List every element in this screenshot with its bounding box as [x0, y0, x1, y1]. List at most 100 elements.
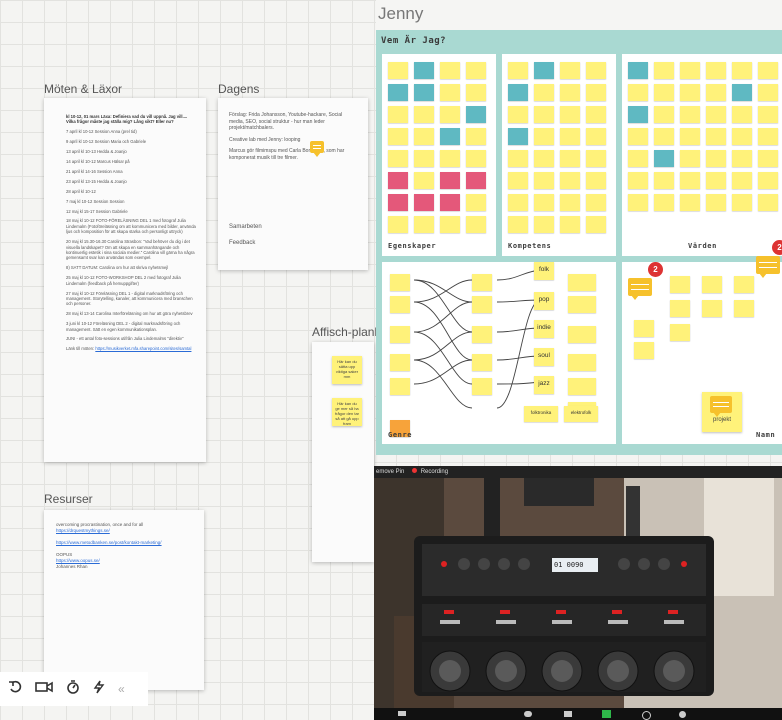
sticky-note[interactable]: [758, 172, 778, 189]
sticky-note[interactable]: [706, 62, 726, 79]
sticky-note[interactable]: [586, 172, 606, 189]
sticky-note[interactable]: [680, 106, 700, 123]
sticky-note[interactable]: [466, 216, 486, 233]
genre-indie[interactable]: indie: [534, 320, 554, 338]
sticky-note[interactable]: [654, 84, 674, 101]
sticky-note[interactable]: [586, 84, 606, 101]
sticky-note[interactable]: [586, 194, 606, 211]
sticky-note[interactable]: [670, 276, 690, 293]
sticky-note[interactable]: [654, 150, 674, 167]
timer-icon[interactable]: [66, 679, 80, 699]
sticky-note[interactable]: [414, 172, 434, 189]
sticky-note[interactable]: [388, 62, 408, 79]
sticky-note[interactable]: [586, 128, 606, 145]
sticky-note[interactable]: [680, 172, 700, 189]
comment-icon[interactable]: [628, 278, 652, 300]
sticky-note[interactable]: [654, 106, 674, 123]
sticky-note[interactable]: [732, 150, 752, 167]
genre-folk[interactable]: folk: [534, 262, 554, 280]
chat-icon[interactable]: [564, 711, 572, 717]
jenny-board[interactable]: Jenny Vem Är Jag? Egenskaper Kompetens V…: [376, 0, 782, 455]
sticky-note[interactable]: [414, 194, 434, 211]
sticky-note[interactable]: [586, 106, 606, 123]
sticky-note[interactable]: [560, 84, 580, 101]
sticky-note[interactable]: [466, 84, 486, 101]
sticky-note[interactable]: [508, 106, 528, 123]
moten-link[interactable]: https://musikverket.mfa.sharepoint.com/s…: [95, 346, 191, 351]
sticky-note[interactable]: [586, 150, 606, 167]
sticky-note[interactable]: [508, 172, 528, 189]
sticky-note[interactable]: [702, 276, 722, 293]
notification-badge[interactable]: 2: [772, 240, 782, 255]
sticky-note[interactable]: [560, 62, 580, 79]
genre-soul[interactable]: soul: [534, 348, 554, 366]
sticky-note[interactable]: [388, 216, 408, 233]
sticky-note[interactable]: [586, 62, 606, 79]
genre-elektrofolk[interactable]: elektrofolk: [564, 406, 598, 422]
sticky-note[interactable]: [680, 62, 700, 79]
sticky-note[interactable]: [670, 300, 690, 317]
video-icon[interactable]: [35, 680, 53, 699]
participants-icon[interactable]: [524, 711, 532, 717]
sticky-note[interactable]: [466, 106, 486, 123]
affisch-note-2[interactable]: Här kan du ge mer så ha frågor den tar s…: [332, 398, 362, 426]
genre-jazz[interactable]: jazz: [534, 376, 554, 394]
sticky-note[interactable]: [706, 194, 726, 211]
sticky-note[interactable]: [654, 128, 674, 145]
sticky-note[interactable]: [732, 62, 752, 79]
sticky-note[interactable]: [758, 150, 778, 167]
sticky-note[interactable]: [734, 300, 754, 317]
sticky-note[interactable]: [628, 128, 648, 145]
sticky-note[interactable]: [388, 150, 408, 167]
sticky-note[interactable]: [534, 62, 554, 79]
sticky-note[interactable]: [440, 128, 460, 145]
panel-egenskaper[interactable]: [382, 54, 496, 256]
genre-pop[interactable]: pop: [534, 292, 554, 310]
sticky-note[interactable]: [508, 62, 528, 79]
sticky-note[interactable]: [534, 216, 554, 233]
sticky-note[interactable]: [586, 216, 606, 233]
sticky-note[interactable]: [466, 128, 486, 145]
sticky-note[interactable]: [758, 106, 778, 123]
genre-folktronika[interactable]: folktronika: [524, 406, 558, 422]
sticky-note[interactable]: [758, 194, 778, 211]
sticky-note[interactable]: [628, 62, 648, 79]
sticky-note[interactable]: [706, 128, 726, 145]
sticky-note[interactable]: [388, 128, 408, 145]
remove-pin-label[interactable]: emove Pin: [376, 469, 404, 475]
sticky-note[interactable]: [414, 216, 434, 233]
sticky-note[interactable]: [680, 128, 700, 145]
sticky-note[interactable]: [534, 150, 554, 167]
sticky-note[interactable]: [634, 342, 654, 359]
sticky-note[interactable]: [560, 216, 580, 233]
sticky-note[interactable]: [628, 150, 648, 167]
sticky-note[interactable]: [534, 106, 554, 123]
vem-ar-jag-frame[interactable]: Vem Är Jag? Egenskaper Kompetens Värden …: [376, 30, 782, 455]
sticky-note[interactable]: [508, 128, 528, 145]
camera-icon[interactable]: [398, 711, 406, 716]
sticky-note[interactable]: [560, 106, 580, 123]
sticky-note[interactable]: [440, 172, 460, 189]
sticky-note[interactable]: [670, 324, 690, 341]
affisch-note-1[interactable]: Här kan du sätta upp viktiga saker mm: [332, 356, 362, 384]
share-screen-icon[interactable]: [602, 710, 611, 718]
sticky-note[interactable]: [732, 106, 752, 123]
notification-badge[interactable]: 2: [648, 262, 663, 277]
record-icon[interactable]: [642, 711, 651, 720]
sticky-note[interactable]: [534, 128, 554, 145]
sticky-note[interactable]: [534, 172, 554, 189]
sticky-note[interactable]: [758, 62, 778, 79]
sticky-note[interactable]: [388, 106, 408, 123]
sticky-note[interactable]: [680, 150, 700, 167]
sticky-note[interactable]: [702, 300, 722, 317]
sticky-note[interactable]: [680, 194, 700, 211]
sticky-note[interactable]: [654, 172, 674, 189]
sticky-note[interactable]: [414, 128, 434, 145]
sticky-note[interactable]: [466, 194, 486, 211]
sticky-note[interactable]: [388, 84, 408, 101]
sticky-note[interactable]: [388, 172, 408, 189]
resurser-document[interactable]: overcoming procrastination, once and for…: [44, 510, 204, 690]
sticky-note[interactable]: [628, 194, 648, 211]
sticky-note[interactable]: [732, 84, 752, 101]
sticky-note[interactable]: [414, 62, 434, 79]
